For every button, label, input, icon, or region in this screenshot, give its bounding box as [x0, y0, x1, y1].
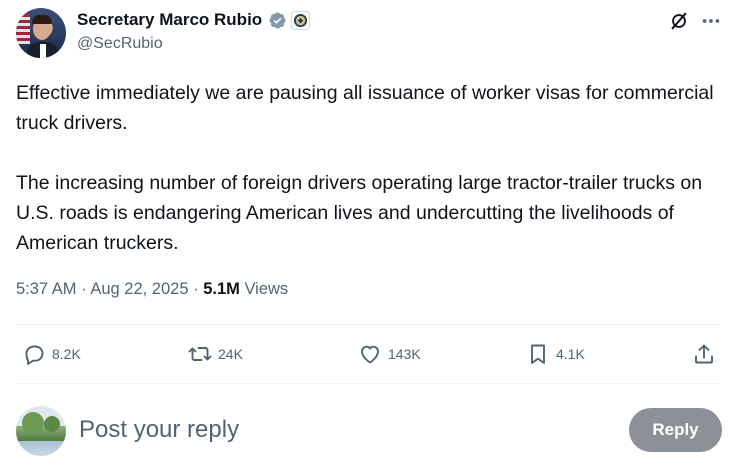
verified-badge-icon[interactable]	[268, 11, 287, 30]
reply-action[interactable]: 8.2K	[22, 342, 81, 366]
more-options-icon[interactable]	[700, 10, 722, 32]
avatar-shirt	[40, 44, 46, 58]
tweet-container: Secretary Marco Rubio @SecRubio Effectiv…	[0, 0, 736, 470]
divider	[16, 383, 720, 384]
tweet-paragraph: Effective immediately we are pausing all…	[16, 82, 714, 134]
share-action[interactable]	[692, 342, 716, 366]
meta-separator: ·	[81, 280, 87, 298]
views-count: 5.1M	[203, 280, 240, 298]
reply-count: 8.2K	[52, 346, 81, 362]
bookmark-icon	[531, 344, 545, 364]
tweet-time[interactable]: 5:37 AM	[16, 280, 77, 298]
avatar-hair	[32, 15, 52, 24]
bookmark-action[interactable]: 4.1K	[526, 342, 585, 366]
tweet-meta: 5:37 AM · Aug 22, 2025 · 5.1M Views	[16, 280, 288, 299]
tweet-header: Secretary Marco Rubio @SecRubio	[16, 8, 726, 58]
repost-action[interactable]: 24K	[188, 342, 243, 366]
tweet-text: Effective immediately we are pausing all…	[16, 78, 726, 258]
reply-icon	[25, 345, 44, 365]
share-icon	[695, 344, 713, 364]
grok-icon[interactable]	[668, 10, 690, 32]
views-label: Views	[244, 280, 289, 298]
viewer-avatar[interactable]	[16, 406, 66, 456]
action-bar: 8.2K 24K 143K 4.1K	[16, 330, 720, 378]
bookmark-count: 4.1K	[556, 346, 585, 362]
author-avatar[interactable]	[16, 8, 66, 58]
avatar-tree	[22, 412, 44, 434]
author-handle[interactable]: @SecRubio	[77, 35, 163, 53]
like-count: 143K	[388, 346, 421, 362]
divider	[16, 324, 720, 325]
repost-count: 24K	[218, 346, 243, 362]
reply-composer: Reply	[16, 404, 726, 464]
repost-icon	[188, 347, 212, 361]
like-action[interactable]: 143K	[358, 342, 421, 366]
flag-decoration	[16, 14, 30, 44]
author-display-name[interactable]: Secretary Marco Rubio	[77, 10, 262, 30]
heart-icon	[361, 345, 379, 364]
tweet-date[interactable]: Aug 22, 2025	[90, 280, 188, 298]
reply-button[interactable]: Reply	[629, 408, 722, 452]
reply-input[interactable]	[79, 414, 599, 446]
state-department-seal-icon[interactable]	[291, 10, 311, 30]
tweet-paragraph: The increasing number of foreign drivers…	[16, 172, 703, 254]
meta-separator: ·	[193, 280, 199, 298]
avatar-tree	[44, 416, 60, 432]
author-name-row: Secretary Marco Rubio	[77, 10, 311, 30]
